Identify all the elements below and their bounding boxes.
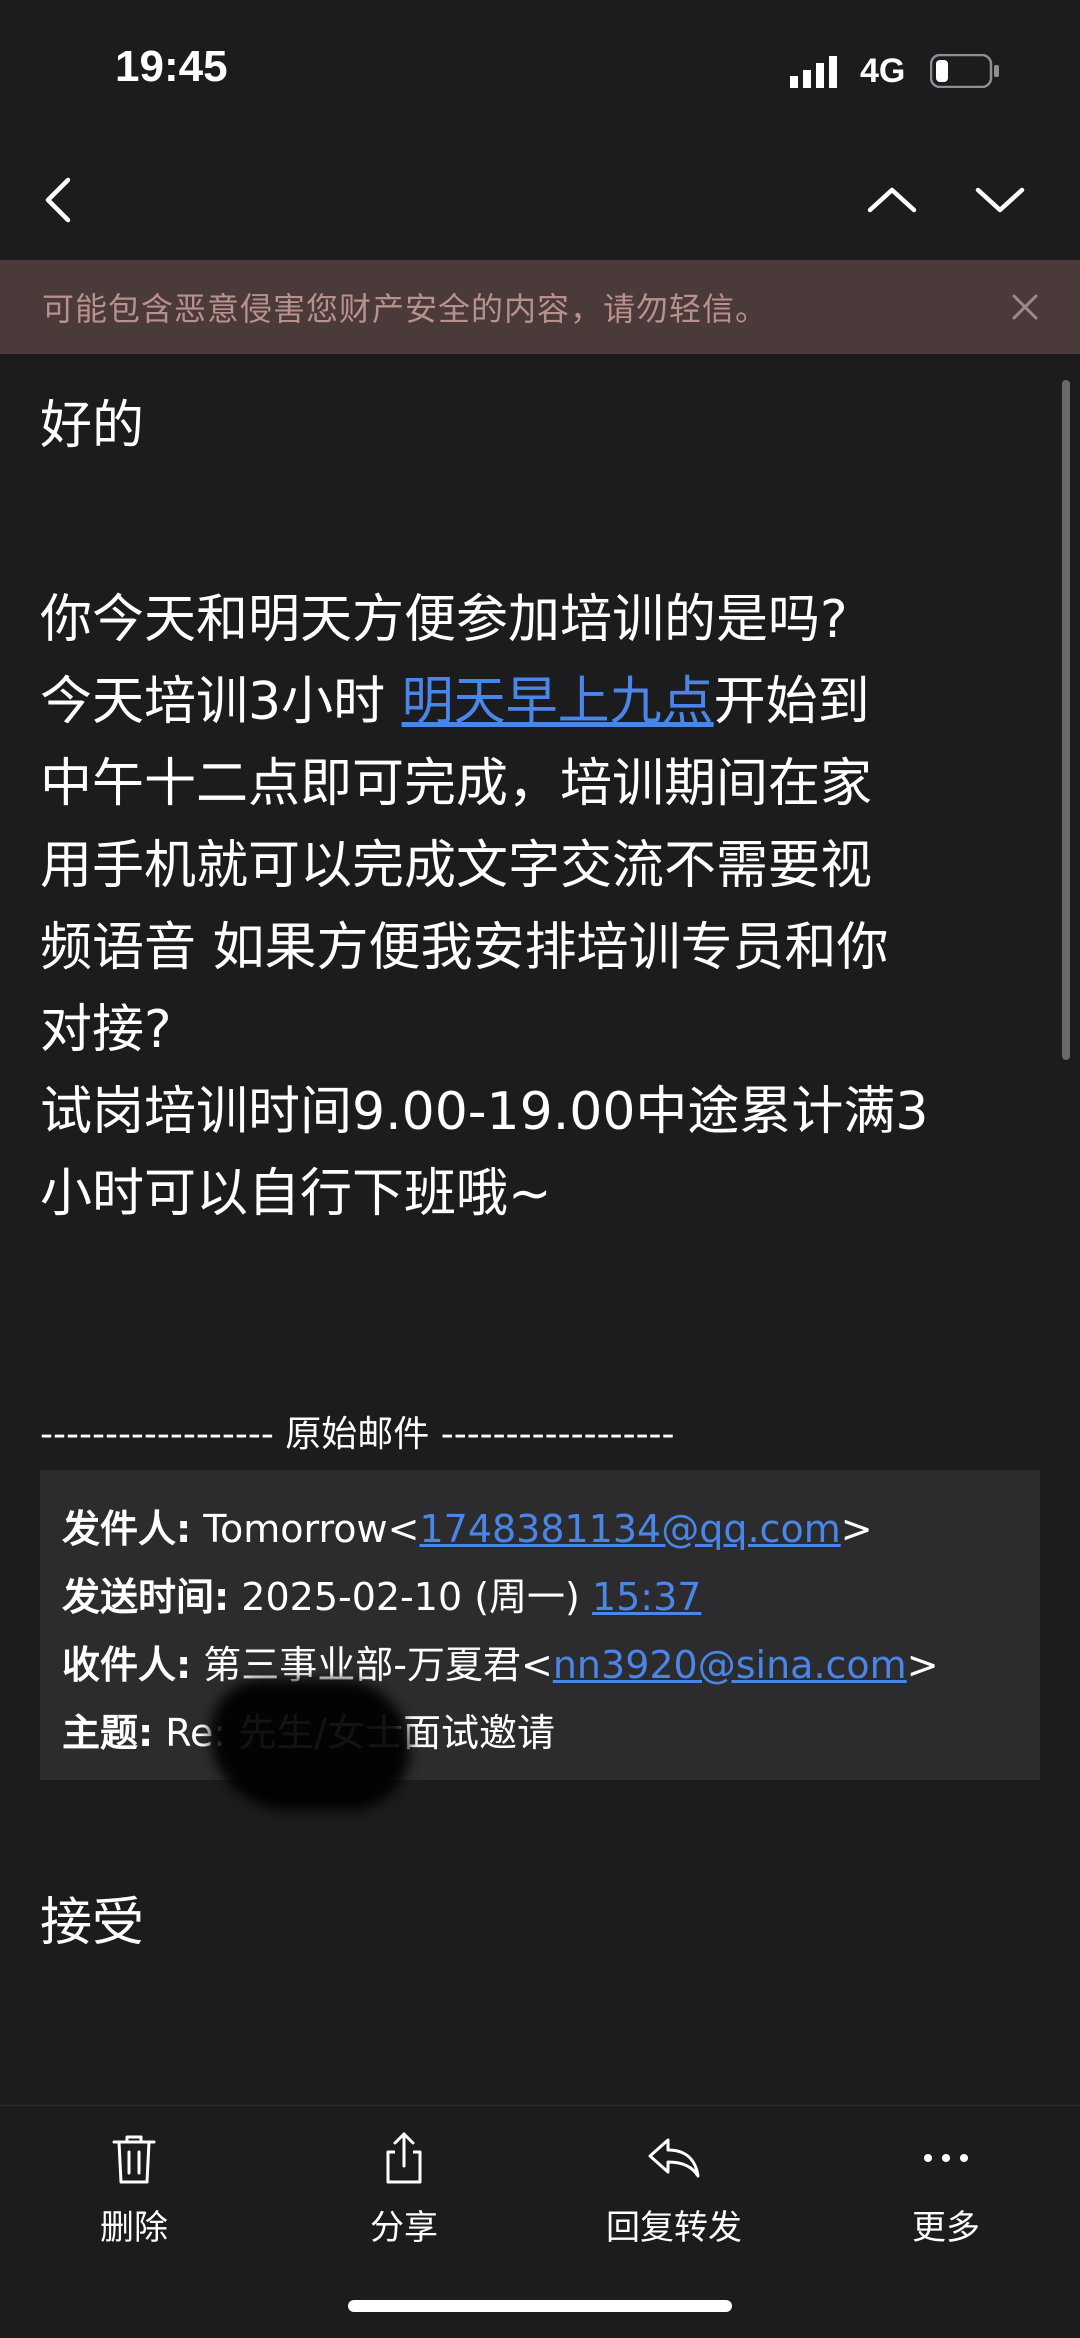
delete-label: 删除 [100, 2208, 168, 2248]
more-label: 更多 [912, 2208, 980, 2248]
body-line: 频语音 如果方便我安排培训专员和你 [40, 918, 889, 978]
time-link[interactable]: 15:37 [592, 1575, 702, 1619]
back-button[interactable] [28, 170, 88, 230]
from-name: Tomorrow< [191, 1507, 420, 1551]
delete-button[interactable]: 删除 [34, 2128, 234, 2258]
date-value: 2025-02-10 (周一) [229, 1575, 592, 1619]
from-email-link[interactable]: 1748381134@qq.com [419, 1507, 840, 1551]
share-label: 分享 [370, 2208, 438, 2248]
reply-icon [648, 2138, 700, 2178]
date-time-link[interactable]: 明天早上九点 [402, 672, 714, 732]
from-close: > [840, 1507, 873, 1551]
original-email-header: 发件人: Tomorrow<1748381134@qq.com> 发送时间: 2… [40, 1470, 1040, 1780]
share-icon [386, 2132, 422, 2184]
email-body: 好的 你今天和明天方便参加培训的是吗? 今天培训3小时 明天早上九点开始到 中午… [40, 385, 1040, 1235]
chevron-up-icon [867, 187, 917, 213]
from-label: 发件人: [62, 1507, 192, 1551]
date-label: 发送时间: [62, 1575, 230, 1619]
to-line: 收件人: 第三事业部-万夏君<nn3920@sina.com> [62, 1634, 939, 1689]
status-bar: 19:45 4G [0, 0, 1080, 140]
body-line: 你今天和明天方便参加培训的是吗? [40, 590, 848, 650]
more-icon [924, 2154, 968, 2162]
body-line: 中午十二点即可完成，培训期间在家 [40, 754, 873, 814]
to-label: 收件人: [62, 1643, 192, 1687]
to-name: 第三事业部-万夏君< [191, 1643, 553, 1687]
status-time: 19:45 [115, 42, 228, 91]
more-button[interactable]: 更多 [846, 2128, 1046, 2258]
to-email-link[interactable]: nn3920@sina.com [553, 1643, 907, 1687]
body-line: 试岗培训时间9.00-19.00中途累计满3 [40, 1082, 929, 1142]
body-line: 用手机就可以完成文字交流不需要视 [40, 836, 873, 896]
from-line: 发件人: Tomorrow<1748381134@qq.com> [62, 1498, 873, 1553]
to-close: > [906, 1643, 939, 1687]
reply-forward-label: 回复转发 [606, 2208, 742, 2248]
trash-icon [112, 2135, 156, 2184]
body-line: 小时可以自行下班哦~ [40, 1164, 552, 1224]
next-email-button[interactable] [970, 170, 1030, 230]
original-email-divider: ------------------ 原始邮件 ----------------… [40, 1414, 675, 1455]
body-line: 今天培训3小时 明天早上九点开始到 [40, 661, 1040, 743]
warning-close-button[interactable] [1000, 282, 1050, 332]
body-line: 对接? [40, 1000, 172, 1060]
body-text: 开始到 [713, 672, 870, 732]
network-type: 4G [860, 52, 906, 90]
warning-text: 可能包含恶意侵害您财产安全的内容，请勿轻信。 [42, 290, 769, 328]
redaction-mark [210, 1680, 410, 1810]
scroll-indicator[interactable] [1062, 380, 1070, 1060]
share-button[interactable]: 分享 [304, 2128, 504, 2258]
reply-forward-button[interactable]: 回复转发 [574, 2128, 774, 2258]
date-line: 发送时间: 2025-02-10 (周一) 15:37 [62, 1566, 701, 1621]
home-indicator[interactable] [348, 2300, 732, 2312]
close-icon [1012, 294, 1038, 320]
body-text: 今天培训3小时 [40, 672, 402, 732]
reply-line: 好的 [40, 396, 145, 456]
nav-bar [0, 140, 1080, 261]
previous-email-button[interactable] [862, 170, 922, 230]
cellular-signal-icon [790, 56, 837, 88]
chevron-left-icon [45, 177, 71, 223]
security-warning-banner: 可能包含恶意侵害您财产安全的内容，请勿轻信。 [0, 260, 1080, 354]
subject-label: 主题: [62, 1711, 154, 1755]
chevron-down-icon [975, 187, 1025, 213]
battery-low-icon [930, 54, 999, 88]
accept-text: 接受 [40, 1893, 145, 1953]
